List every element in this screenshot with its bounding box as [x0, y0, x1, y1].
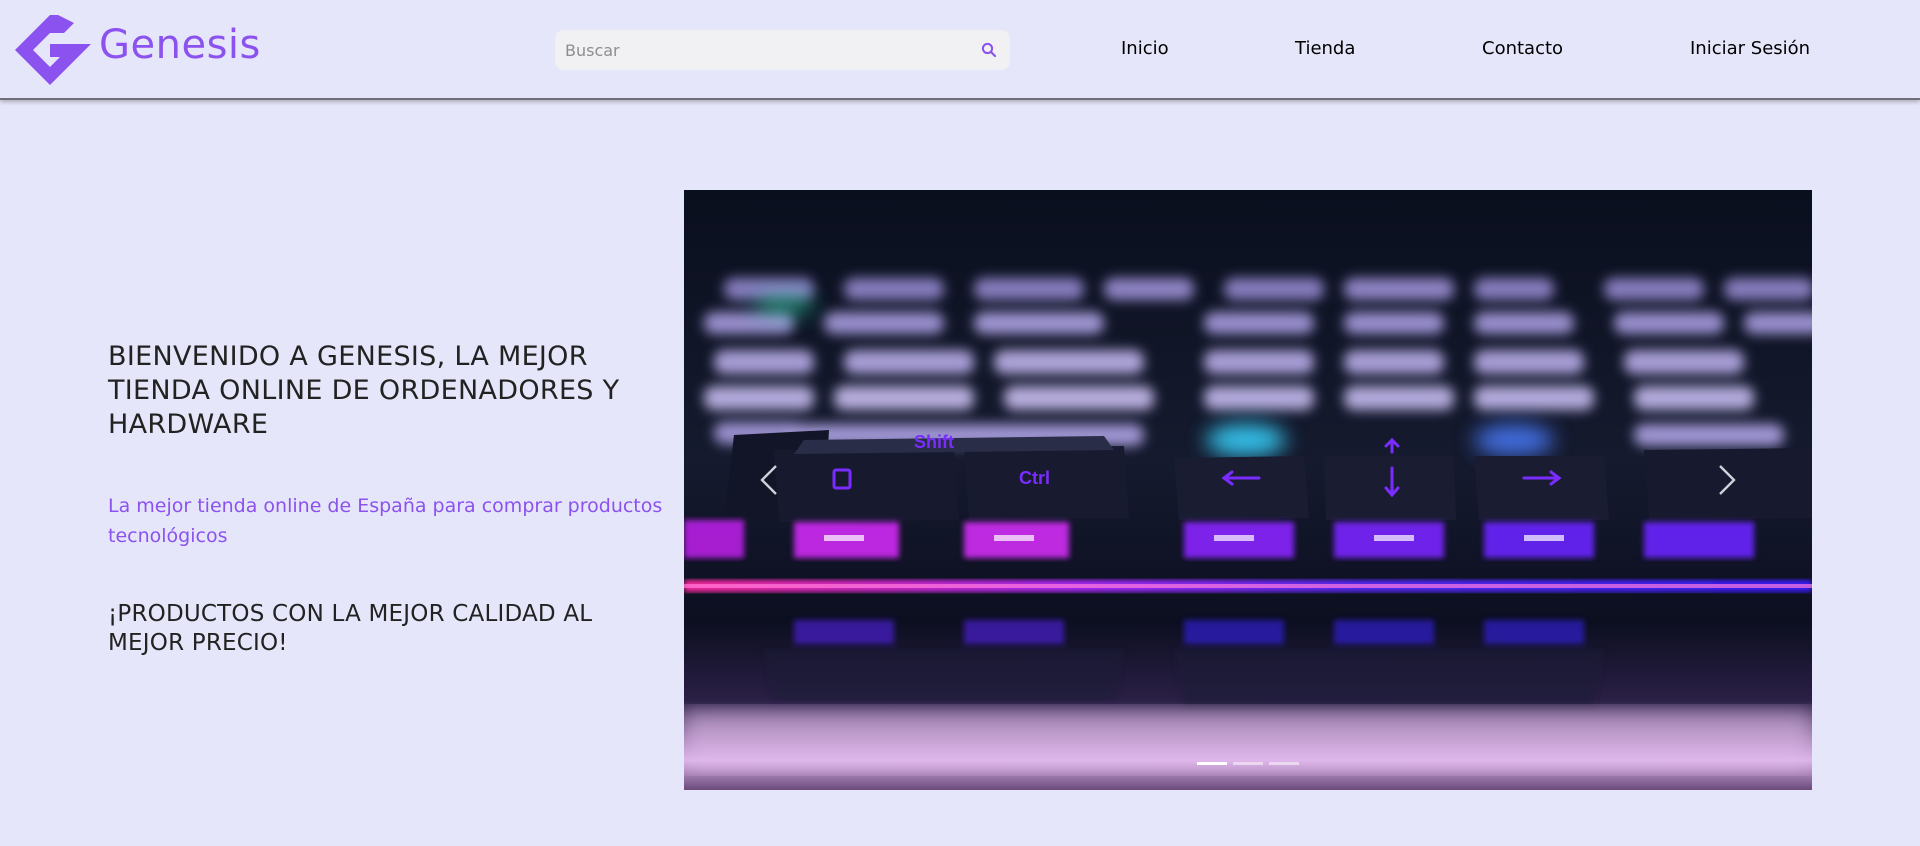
keyboard-slide-image: Shift Ctrl [684, 190, 1812, 790]
carousel-next-button[interactable] [1697, 450, 1757, 510]
carousel-indicator-2[interactable] [1233, 762, 1263, 765]
chevron-left-icon [760, 465, 777, 495]
search-icon[interactable] [980, 41, 998, 59]
brand-name: Genesis [99, 22, 261, 68]
nav-link-iniciar-sesion[interactable]: Iniciar Sesión [1690, 38, 1810, 59]
key-legend-shift: Shift [914, 432, 954, 452]
carousel-indicator-3[interactable] [1269, 762, 1299, 765]
key-legend-ctrl: Ctrl [1019, 468, 1050, 488]
navbar: Genesis Inicio Tienda Contacto Iniciar S… [0, 0, 1920, 100]
nav-link-inicio[interactable]: Inicio [1121, 38, 1169, 59]
genesis-logo-icon [15, 15, 91, 85]
search-bar [555, 30, 1010, 70]
search-input[interactable] [565, 40, 980, 60]
hero-promo: ¡PRODUCTOS CON LA MEJOR CALIDAD AL MEJOR… [108, 601, 593, 656]
carousel-indicator-1[interactable] [1197, 762, 1227, 765]
brand-home-link[interactable]: Genesis [12, 12, 261, 88]
carousel-prev-button[interactable] [739, 450, 799, 510]
hero-text: BIENVENIDO A GENESIS, LA MEJOR TIENDA ON… [108, 340, 668, 658]
hero-carousel: Shift Ctrl [684, 190, 1812, 790]
carousel-indicators [684, 762, 1812, 765]
nav-link-tienda[interactable]: Tienda [1295, 38, 1355, 59]
hero-subtitle: La mejor tienda online de España para co… [108, 495, 663, 547]
chevron-right-icon [1719, 465, 1736, 495]
hero-title: BIENVENIDO A GENESIS, LA MEJOR TIENDA ON… [108, 341, 620, 440]
nav-link-contacto[interactable]: Contacto [1482, 38, 1563, 59]
